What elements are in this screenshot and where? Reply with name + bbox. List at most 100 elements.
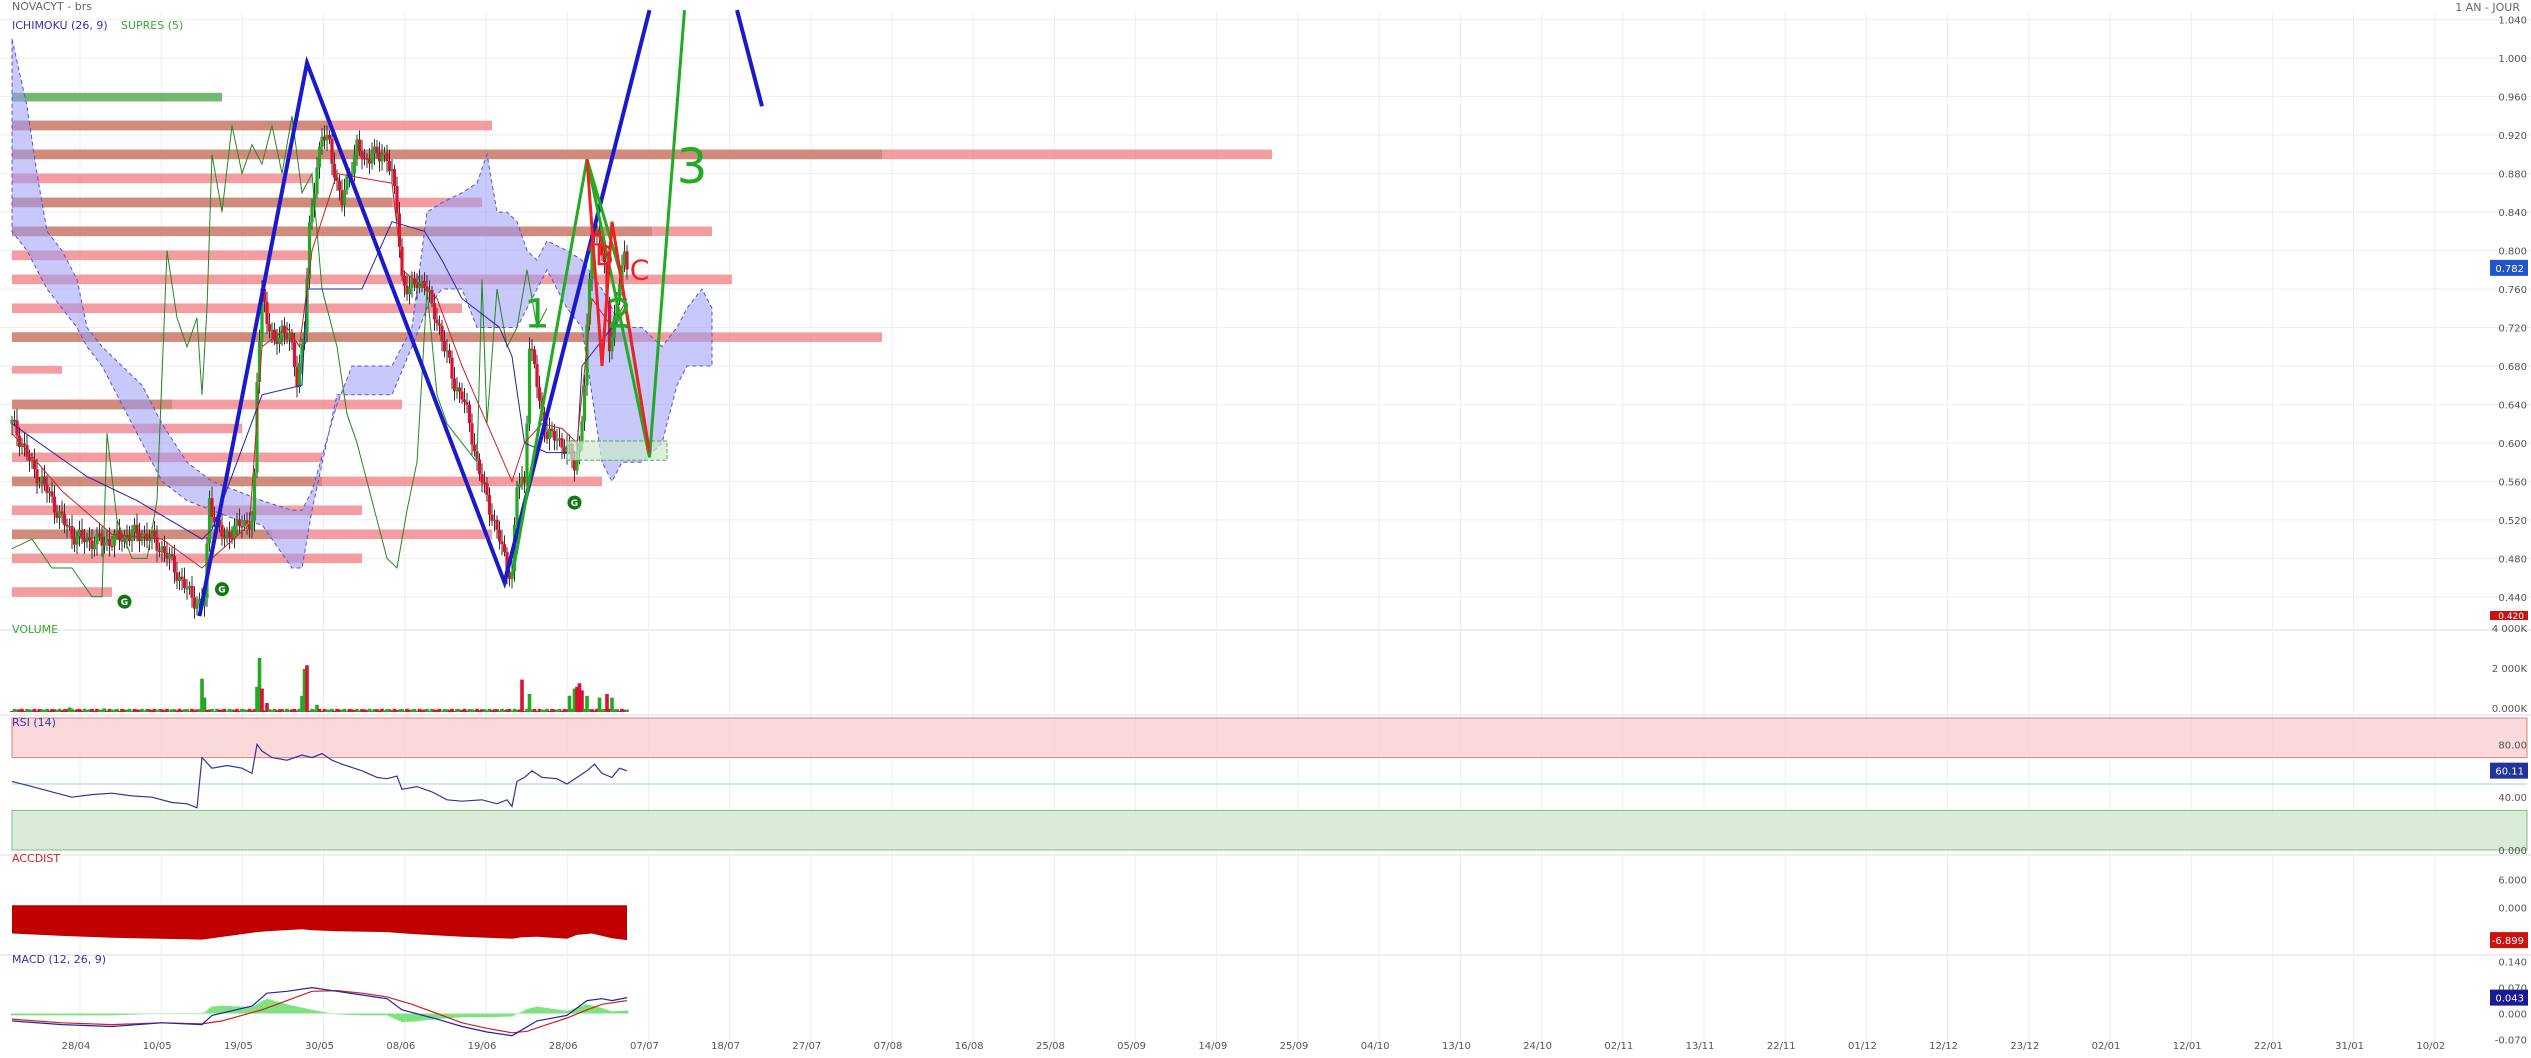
macd-histogram-bar bbox=[455, 1013, 459, 1018]
macd-histogram-bar bbox=[210, 1006, 214, 1014]
volume-profile-bar bbox=[12, 120, 492, 131]
macd-histogram-bar bbox=[430, 1013, 434, 1020]
macd-histogram-bar bbox=[228, 1006, 231, 1014]
macd-histogram-bar bbox=[120, 1013, 124, 1016]
accdist-tick: 0.000 bbox=[2498, 904, 2527, 915]
macd-histogram-bar bbox=[370, 1013, 374, 1016]
macd-histogram-bar bbox=[313, 1010, 316, 1014]
macd-histogram-bar bbox=[208, 1008, 211, 1014]
rsi-tick: 40.00 bbox=[2498, 793, 2527, 804]
macd-histogram-bar bbox=[258, 1002, 261, 1014]
ichimoku-label: ICHIMOKU (26, 9) bbox=[12, 19, 108, 32]
macd-histogram-bar bbox=[18, 1013, 21, 1016]
macd-histogram-bar bbox=[358, 1013, 361, 1016]
macd-histogram-bar bbox=[113, 1013, 116, 1016]
macd-histogram-bar bbox=[170, 1013, 174, 1015]
macd-histogram-bar bbox=[625, 1010, 629, 1014]
macd-histogram-bar bbox=[470, 1013, 474, 1018]
candle-body bbox=[152, 530, 157, 537]
x-tick-label: 28/04 bbox=[62, 1041, 91, 1052]
y-tick-label: 1.000 bbox=[2498, 54, 2527, 65]
macd-histogram-bar bbox=[510, 1013, 514, 1017]
y-tick-label: 0.880 bbox=[2498, 170, 2527, 181]
candle-body bbox=[535, 364, 539, 388]
macd-histogram-bar bbox=[150, 1013, 154, 1015]
macd-histogram-bar bbox=[273, 1000, 276, 1014]
candle-body bbox=[375, 146, 379, 153]
macd-histogram-bar bbox=[540, 1007, 544, 1014]
macd-histogram-bar bbox=[68, 1013, 71, 1016]
macd-histogram-bar bbox=[310, 1009, 314, 1014]
macd-histogram-bar bbox=[398, 1013, 401, 1021]
macd-histogram-bar bbox=[610, 1011, 614, 1014]
accdist-tick: 6.000 bbox=[2498, 875, 2527, 886]
macd-histogram-bar bbox=[543, 1007, 546, 1014]
macd-histogram-bar bbox=[405, 1013, 409, 1022]
candle-body bbox=[470, 423, 474, 445]
volume-profile-bar bbox=[12, 197, 482, 208]
macd-histogram-bar bbox=[55, 1013, 59, 1016]
candle-body bbox=[237, 519, 242, 527]
macd-histogram-bar bbox=[323, 1012, 326, 1014]
macd-histogram-bar bbox=[140, 1013, 144, 1015]
macd-histogram-bar bbox=[360, 1013, 364, 1016]
x-tick-label: 02/11 bbox=[1604, 1041, 1633, 1052]
volume-profile-bar bbox=[12, 423, 242, 434]
x-tick-label: 22/11 bbox=[1767, 1041, 1796, 1052]
candle-body bbox=[352, 154, 357, 174]
macd-histogram-bar bbox=[135, 1013, 139, 1015]
macd-histogram-bar bbox=[180, 1013, 184, 1015]
macd-histogram-bar bbox=[410, 1013, 414, 1022]
y-tick-label: 0.920 bbox=[2498, 131, 2527, 142]
macd-histogram-bar bbox=[90, 1013, 94, 1016]
candle-body bbox=[357, 139, 362, 152]
supres-label: SUPRES (5) bbox=[121, 19, 183, 32]
x-tick-label: 10/02 bbox=[2416, 1041, 2445, 1052]
rsi-oversold-zone bbox=[11, 809, 2528, 851]
candle-body bbox=[582, 385, 587, 422]
candle-body bbox=[457, 387, 462, 392]
macd-histogram-bar bbox=[548, 1008, 551, 1014]
x-tick-label: 23/12 bbox=[2010, 1041, 2039, 1052]
macd-histogram-bar bbox=[78, 1013, 81, 1016]
y-tick-label: 0.600 bbox=[2498, 439, 2527, 450]
macd-histogram-bar bbox=[328, 1012, 331, 1014]
macd-histogram-bar bbox=[308, 1009, 311, 1014]
macd-histogram-bar bbox=[73, 1013, 76, 1016]
candle-body bbox=[22, 443, 27, 446]
macd-histogram-bar bbox=[368, 1013, 371, 1016]
macd-histogram-bar bbox=[600, 1007, 604, 1014]
macd-histogram-bar bbox=[345, 1013, 349, 1015]
x-tick-label: 01/12 bbox=[1848, 1041, 1877, 1052]
candle-body bbox=[477, 459, 482, 475]
macd-histogram-bar bbox=[615, 1011, 619, 1014]
macd-histogram-bar bbox=[380, 1013, 384, 1016]
macd-histogram-bar bbox=[408, 1013, 411, 1022]
candle-body bbox=[537, 387, 542, 401]
candle-body bbox=[140, 535, 144, 542]
macd-histogram-bar bbox=[230, 1006, 234, 1014]
macd-histogram-bar bbox=[595, 1006, 599, 1014]
x-tick-label: 25/08 bbox=[1036, 1041, 1065, 1052]
candle-body bbox=[232, 525, 237, 538]
volume-profile-bar bbox=[12, 92, 222, 102]
macd-histogram-bar bbox=[13, 1013, 16, 1016]
candle-body bbox=[265, 302, 269, 325]
candle-body bbox=[447, 350, 452, 358]
x-tick-label: 19/06 bbox=[468, 1041, 497, 1052]
macd-histogram-bar bbox=[88, 1013, 91, 1016]
candle-body bbox=[525, 423, 529, 483]
candle-body bbox=[75, 536, 79, 545]
macd-histogram-bar bbox=[530, 1007, 534, 1014]
macd-histogram-bar bbox=[458, 1013, 461, 1018]
macd-histogram-bar bbox=[50, 1013, 54, 1016]
macd-histogram-bar bbox=[265, 998, 269, 1014]
candle-body bbox=[487, 495, 492, 515]
macd-histogram-bar bbox=[98, 1013, 101, 1016]
macd-histogram-bar bbox=[198, 1013, 201, 1015]
macd-histogram-bar bbox=[315, 1010, 319, 1014]
macd-histogram-bar bbox=[163, 1013, 166, 1015]
macd-histogram-bar bbox=[473, 1013, 476, 1018]
macd-histogram-bar bbox=[130, 1013, 134, 1015]
macd-panel bbox=[10, 986, 629, 1037]
